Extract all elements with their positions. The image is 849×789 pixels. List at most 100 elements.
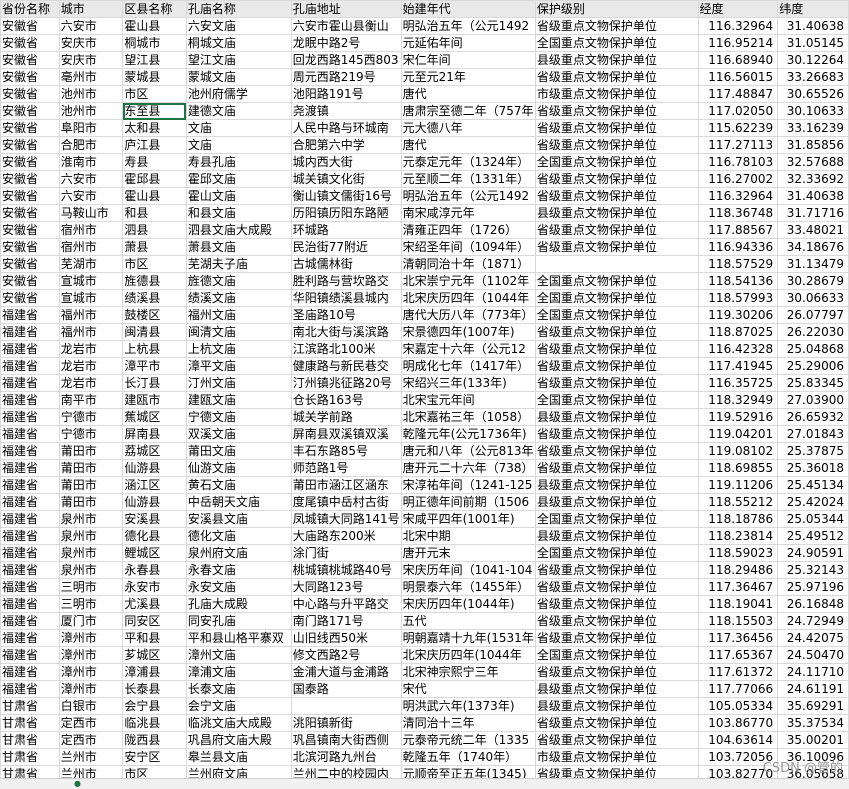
table-cell[interactable]: 福建省: [0, 544, 60, 562]
table-cell[interactable]: 北宋中期: [400, 527, 536, 545]
table-cell[interactable]: 国泰路: [290, 680, 402, 698]
table-cell[interactable]: 修文西路2号: [290, 646, 402, 664]
table-cell[interactable]: 32.57688: [777, 153, 849, 171]
table-cell[interactable]: 福建省: [0, 493, 60, 511]
table-cell[interactable]: 安徽省: [0, 272, 60, 290]
table-cell[interactable]: 116.42328: [697, 340, 779, 358]
table-cell[interactable]: 安宁区: [122, 748, 187, 766]
table-cell[interactable]: 省级重点文物保护单位: [534, 136, 699, 154]
table-cell[interactable]: 绩溪县: [122, 289, 187, 307]
table-cell[interactable]: 德化县: [122, 527, 187, 545]
table-cell[interactable]: 117.65367: [697, 646, 779, 664]
table-cell[interactable]: 寿县孔庙: [185, 153, 292, 171]
table-cell[interactable]: 南北大街与溪滨路: [290, 323, 402, 341]
column-header[interactable]: 纬度: [777, 0, 849, 18]
table-cell[interactable]: 福建省: [0, 510, 60, 528]
table-cell[interactable]: 三明市: [58, 578, 124, 596]
table-cell[interactable]: 漳州市: [58, 629, 124, 647]
table-cell[interactable]: 建瓯市: [122, 391, 187, 409]
table-cell[interactable]: 31.71716: [777, 204, 849, 222]
table-cell[interactable]: 省级重点文物保护单位: [534, 238, 699, 256]
table-cell[interactable]: 城关学前路: [290, 408, 402, 426]
table-cell[interactable]: [534, 255, 699, 273]
table-cell[interactable]: 北宋庆历四年(1044年: [400, 646, 536, 664]
table-cell[interactable]: 北滨河路九州台: [290, 748, 402, 766]
table-cell[interactable]: 蒙城文庙: [185, 68, 292, 86]
table-cell[interactable]: 33.48021: [777, 221, 849, 239]
table-cell[interactable]: 省级重点文物保护单位: [534, 425, 699, 443]
table-cell[interactable]: 桐城文庙: [185, 34, 292, 52]
table-cell[interactable]: 安徽省: [0, 187, 60, 205]
table-cell[interactable]: 宋代: [400, 680, 536, 698]
table-cell[interactable]: 太和县: [122, 119, 187, 137]
table-cell[interactable]: 县级重点文物保护单位: [534, 476, 699, 494]
table-cell[interactable]: 会宁县: [122, 697, 187, 715]
table-cell[interactable]: 莆田市: [58, 442, 124, 460]
table-cell[interactable]: 丰石东路85号: [290, 442, 402, 460]
table-cell[interactable]: 118.87025: [697, 323, 779, 341]
table-cell[interactable]: 116.35725: [697, 374, 779, 392]
table-cell[interactable]: 福建省: [0, 561, 60, 579]
table-cell[interactable]: 芜湖夫子庙: [185, 255, 292, 273]
table-cell[interactable]: 厦门市: [58, 612, 124, 630]
table-cell[interactable]: 仓长路163号: [290, 391, 402, 409]
table-cell[interactable]: 桐城市: [122, 34, 187, 52]
table-cell[interactable]: 周元西路219号: [290, 68, 402, 86]
table-cell[interactable]: 莆田市涵江区涵东: [290, 476, 402, 494]
table-cell[interactable]: 长泰文庙: [185, 680, 292, 698]
table-cell[interactable]: 省级重点文物保护单位: [534, 102, 699, 120]
table-cell[interactable]: 宋庆历四年(1044年): [400, 595, 536, 613]
table-cell[interactable]: 27.03900: [777, 391, 849, 409]
table-cell[interactable]: 泗县文庙大成殿: [185, 221, 292, 239]
table-cell[interactable]: 118.54136: [697, 272, 779, 290]
table-cell[interactable]: 105.05334: [697, 697, 779, 715]
table-cell[interactable]: 35.00201: [777, 731, 849, 749]
table-cell[interactable]: 乾隆元年(公元1736年): [400, 425, 536, 443]
table-cell[interactable]: 萧县文庙: [185, 238, 292, 256]
table-cell[interactable]: 淮南市: [58, 153, 124, 171]
table-cell[interactable]: 省级重点文物保护单位: [534, 187, 699, 205]
table-cell[interactable]: 省级重点文物保护单位: [534, 663, 699, 681]
table-cell[interactable]: 24.50470: [777, 646, 849, 664]
column-header[interactable]: 省份名称: [0, 0, 60, 18]
table-cell[interactable]: 汀州镇兆征路20号: [290, 374, 402, 392]
table-cell[interactable]: 圣庙路10号: [290, 306, 402, 324]
table-cell[interactable]: 全国重点文物保护单位: [534, 272, 699, 290]
table-cell[interactable]: 唐代: [400, 85, 536, 103]
table-cell[interactable]: 省级重点文物保护单位: [534, 731, 699, 749]
table-cell[interactable]: 安徽省: [0, 68, 60, 86]
table-cell[interactable]: 寿县: [122, 153, 187, 171]
table-cell[interactable]: 和县: [122, 204, 187, 222]
table-cell[interactable]: 福建省: [0, 340, 60, 358]
table-cell[interactable]: 省级重点文物保护单位: [534, 714, 699, 732]
table-cell[interactable]: 县级重点文物保护单位: [534, 51, 699, 69]
table-cell[interactable]: 陇西县: [122, 731, 187, 749]
spreadsheet-grid[interactable]: 省份名称 城市 区县名称 孔庙名称 孔庙地址 始建年代 保护级别 经度 纬度 安徽省 六安市 霍山县六…: [0, 0, 849, 783]
table-cell[interactable]: 省级重点文物保护单位: [534, 561, 699, 579]
table-cell[interactable]: 30.12264: [777, 51, 849, 69]
table-cell[interactable]: 118.32949: [697, 391, 779, 409]
table-cell[interactable]: 福建省: [0, 612, 60, 630]
table-cell[interactable]: 26.07797: [777, 306, 849, 324]
table-cell[interactable]: 望江县: [122, 51, 187, 69]
table-cell[interactable]: 安徽省: [0, 34, 60, 52]
table-cell[interactable]: 安徽省: [0, 153, 60, 171]
table-cell[interactable]: 福建省: [0, 629, 60, 647]
table-cell[interactable]: 118.36748: [697, 204, 779, 222]
table-cell[interactable]: 巩昌镇南大街西侧: [290, 731, 402, 749]
table-cell[interactable]: 仙游县: [122, 493, 187, 511]
table-cell[interactable]: 清朝同治十年（1871）: [400, 255, 536, 273]
table-cell[interactable]: 临洮县: [122, 714, 187, 732]
table-cell[interactable]: 闽清县: [122, 323, 187, 341]
table-cell[interactable]: 117.27113: [697, 136, 779, 154]
table-cell[interactable]: 萧县: [122, 238, 187, 256]
table-cell[interactable]: 省级重点文物保护单位: [534, 629, 699, 647]
table-cell[interactable]: 宁德市: [58, 408, 124, 426]
table-cell[interactable]: 市级重点文物保护单位: [534, 85, 699, 103]
table-cell[interactable]: 六安市: [58, 187, 124, 205]
table-cell[interactable]: 25.36018: [777, 459, 849, 477]
table-cell[interactable]: 北宋宝元年间: [400, 391, 536, 409]
table-cell[interactable]: 30.10633: [777, 102, 849, 120]
table-cell[interactable]: 117.41945: [697, 357, 779, 375]
table-cell[interactable]: 长汀县: [122, 374, 187, 392]
